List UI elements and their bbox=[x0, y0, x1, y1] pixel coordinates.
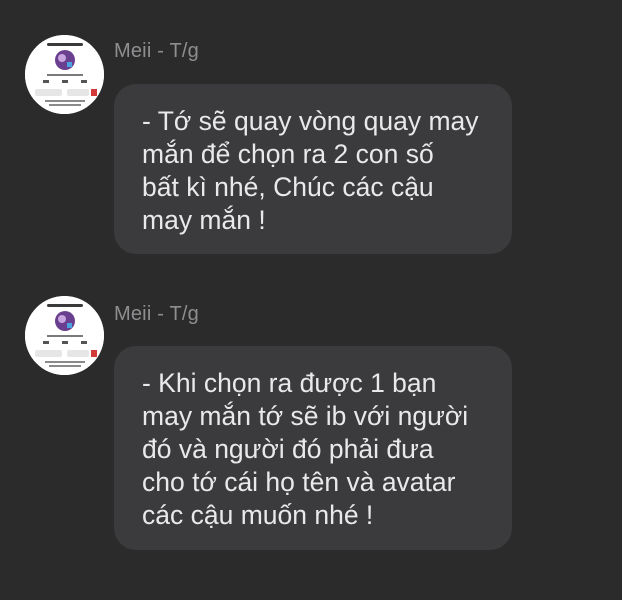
chat-thread: Meii - T/g - Tớ sẽ quay vòng quay may mắ… bbox=[0, 0, 622, 600]
sender-avatar[interactable] bbox=[25, 296, 104, 375]
message-line: cho tớ cái họ tên và avatar bbox=[142, 467, 456, 497]
message-line: - Tớ sẽ quay vòng quay may bbox=[142, 106, 479, 136]
message-line: các cậu muốn nhé ! bbox=[142, 500, 374, 530]
message-line: bất kì nhé, Chúc các cậu bbox=[142, 172, 434, 202]
message-bubble[interactable]: - Khi chọn ra được 1 bạn may mắn tớ sẽ i… bbox=[114, 346, 512, 550]
message-line: may mắn tớ sẽ ib với người bbox=[142, 401, 469, 431]
message-line: mắn để chọn ra 2 con số bbox=[142, 139, 434, 169]
message-bubble[interactable]: - Tớ sẽ quay vòng quay may mắn để chọn r… bbox=[114, 84, 512, 254]
message-line: đó và người đó phải đưa bbox=[142, 434, 434, 464]
sender-name: Meii - T/g bbox=[114, 303, 199, 325]
message-line: - Khi chọn ra được 1 bạn bbox=[142, 368, 437, 398]
avatar-icon bbox=[25, 296, 104, 375]
message-line: may mắn ! bbox=[142, 205, 266, 235]
avatar-icon bbox=[25, 35, 104, 114]
sender-avatar[interactable] bbox=[25, 35, 104, 114]
sender-name: Meii - T/g bbox=[114, 40, 199, 62]
